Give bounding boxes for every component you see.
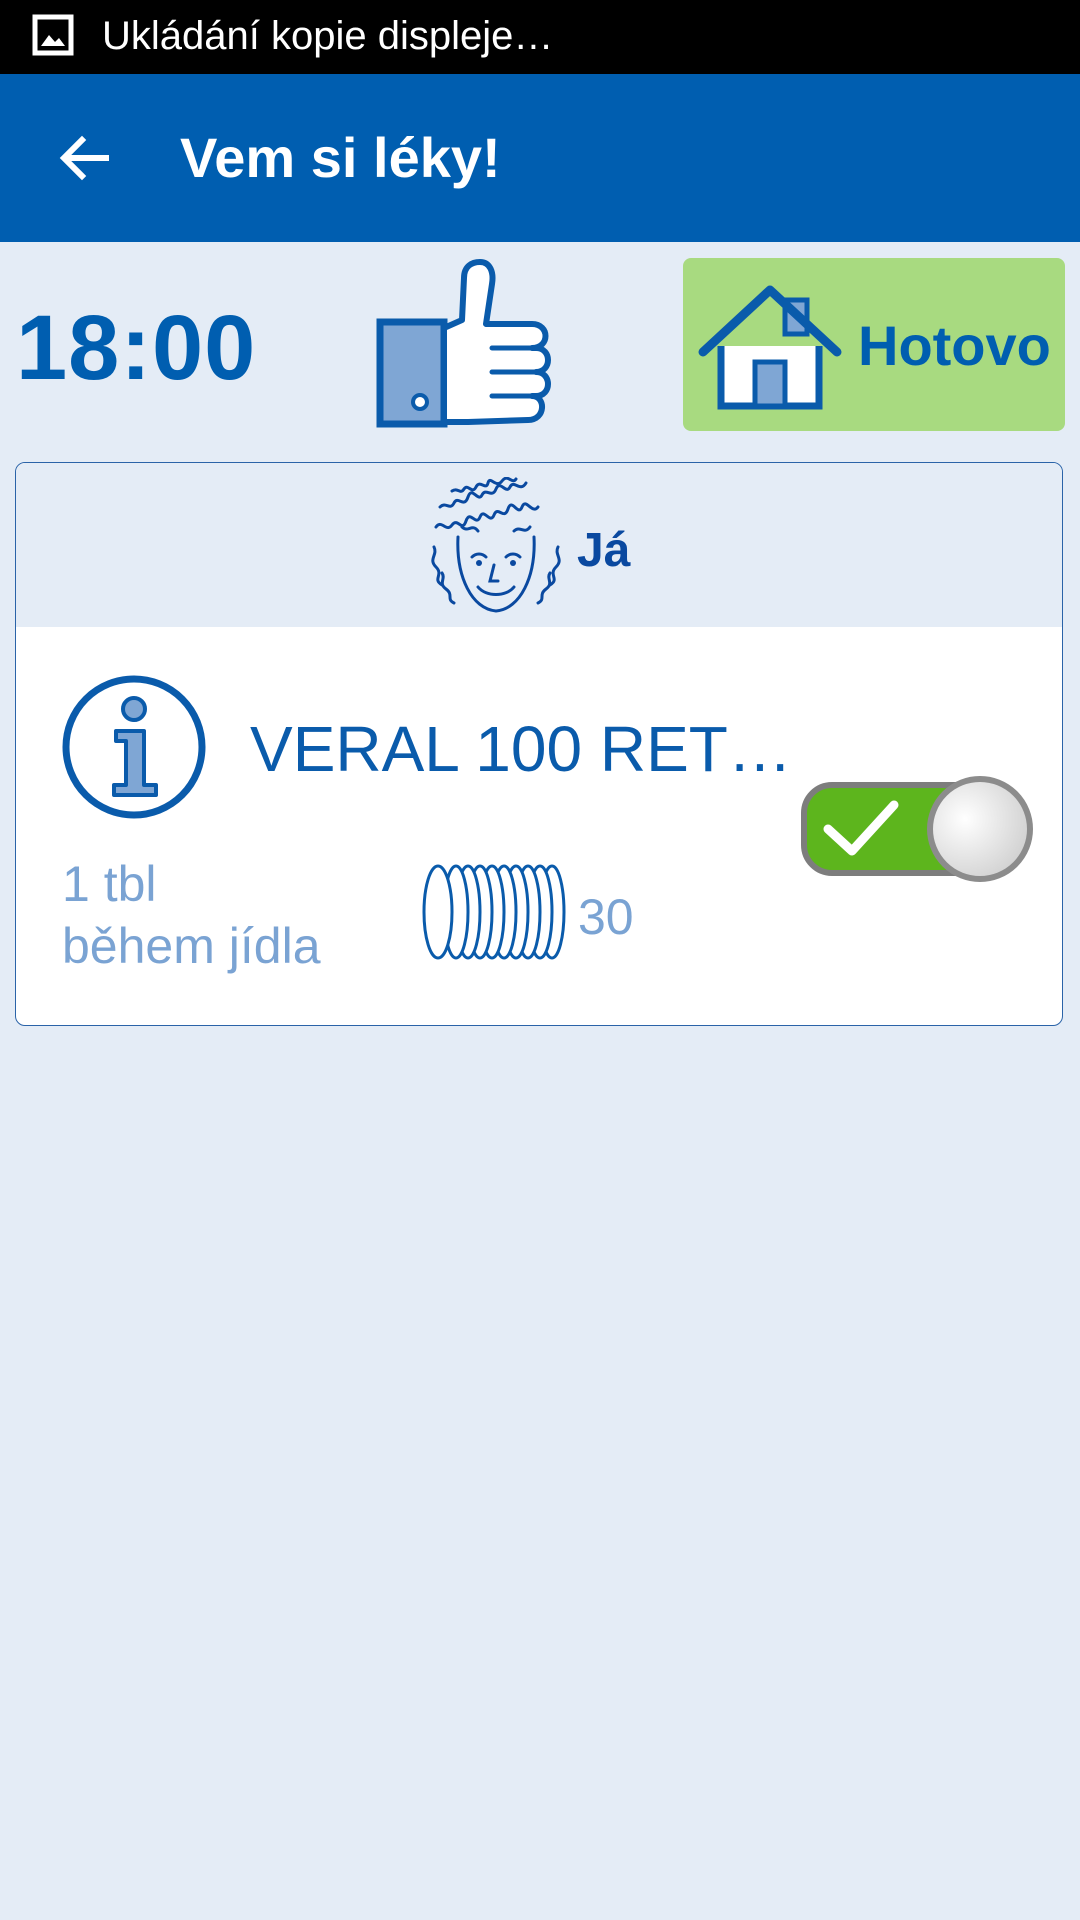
dose-time: 18:00 [16,297,257,399]
house-icon [698,285,842,410]
medication-name[interactable]: VERAL 100 RET… [250,713,792,785]
done-button-label: Hotovo [858,314,1051,377]
page-title: Vem si léky! [180,126,501,189]
dose-amount: 1 tbl [62,856,157,912]
done-button[interactable]: Hotovo [683,258,1065,431]
dose-instructions: 1 tbl během jídla [62,853,321,977]
screenshot-image-icon [32,14,74,56]
pill-count: 30 [578,889,634,945]
status-notification-text: Ukládání kopie displeje… [102,14,554,58]
thumbs-up-icon [376,259,551,428]
person-name: Já [577,524,631,577]
dose-timing: během jídla [62,918,321,974]
arrow-left-icon[interactable] [52,126,116,190]
info-circle-icon[interactable] [60,673,208,821]
person-header: Já [16,463,1062,627]
curly-hair-face-icon [431,477,561,613]
status-bar: Ukládání kopie displeje… [0,0,1080,74]
taken-toggle[interactable] [800,775,1036,883]
app-bar: Vem si léky! [0,74,1080,242]
medication-card: Já VERAL 100 RET… 1 tbl během jídla 30 [15,462,1063,1026]
pill-stack-icon [422,864,566,960]
